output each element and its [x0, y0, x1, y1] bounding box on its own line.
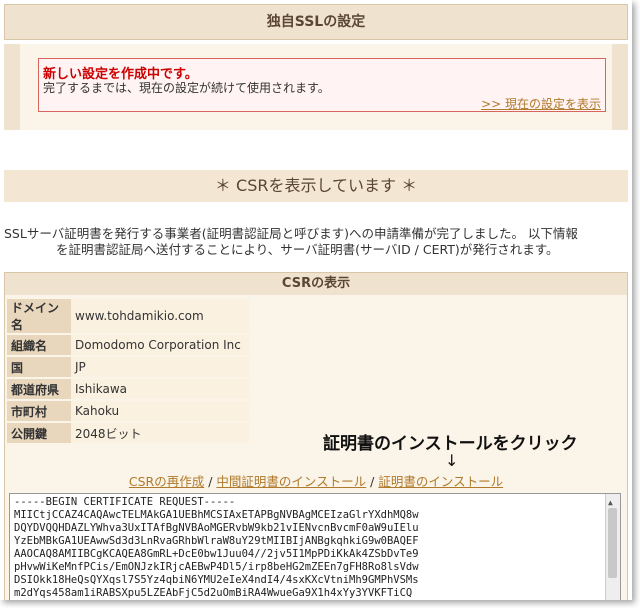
- description-line-2: を証明書認証局へ送付することにより、サーバ証明書(サーバID / CERT)が発…: [56, 242, 559, 257]
- field-label: 国: [7, 357, 71, 377]
- field-value: Ishikawa: [71, 379, 249, 399]
- table-row: 市町村 Kahoku: [7, 401, 249, 421]
- ssl-settings-window: 独自SSLの設定 新しい設定を作成中です。 完了するまでは、現在の設定が続けて使…: [0, 0, 632, 600]
- arrow-down-icon: ↓: [445, 451, 459, 470]
- field-label: 組織名: [7, 335, 71, 355]
- table-row: 都道府県 Ishikawa: [7, 379, 249, 399]
- field-label: 公開鍵: [7, 423, 71, 443]
- csr-text-line: m2dYqs458am1iRABSXpu5LZEAbFjC5d2uOmBiRA4…: [14, 587, 413, 599]
- section-header: ＊ CSRを表示しています ＊: [4, 170, 628, 202]
- csr-body: ドメイン名 www.tohdamikio.com 組織名 Domodomo Co…: [5, 295, 627, 600]
- field-value: www.tohdamikio.com: [71, 299, 249, 333]
- csr-text-line: DSIOkk18HeQsQYXqsl7S5Yz4qbiN6YMU2eIeX4nd…: [14, 574, 419, 586]
- install-intermediate-cert-link[interactable]: 中間証明書のインストール: [216, 474, 366, 489]
- notice-area: 新しい設定を作成中です。 完了するまでは、現在の設定が続けて使用されます。 >>…: [4, 44, 628, 130]
- csr-text-line: AAOCAQ8AMIIBCgKCAQEA8GmRL+DcE0bw1Juu04//…: [14, 548, 419, 560]
- field-value: Kahoku: [71, 401, 249, 421]
- csr-textarea[interactable]: -----BEGIN CERTIFICATE REQUEST----- MIIC…: [9, 493, 621, 600]
- field-label: ドメイン名: [7, 299, 71, 333]
- section-title: CSRを表示しています: [236, 176, 396, 195]
- csr-text-line: YzEbMBkGA1UEAwwSd3d3LnRvaGRhbWlraW8uY29t…: [14, 535, 419, 547]
- field-value: 2048ビット: [71, 423, 249, 443]
- field-label: 都道府県: [7, 379, 71, 399]
- csr-panel: CSRの表示 ドメイン名 www.tohdamikio.com 組織名 Domo…: [4, 272, 628, 600]
- star-icon: ＊: [214, 176, 231, 195]
- action-links: CSRの再作成 / 中間証明書のインストール / 証明書のインストール: [5, 471, 627, 490]
- view-current-settings-link[interactable]: >> 現在の設定を表示: [481, 95, 601, 112]
- description: SSLサーバ証明書を発行する事業者(証明書認証局と呼びます)への申請準備が完了し…: [0, 226, 632, 258]
- link-separator: /: [366, 474, 379, 489]
- install-certificate-link[interactable]: 証明書のインストール: [378, 474, 503, 489]
- star-icon: ＊: [401, 176, 418, 195]
- table-row: ドメイン名 www.tohdamikio.com: [7, 299, 249, 333]
- table-row: 公開鍵 2048ビット: [7, 423, 249, 443]
- field-value: JP: [71, 357, 249, 377]
- csr-text-line: -----BEGIN CERTIFICATE REQUEST-----: [14, 496, 236, 508]
- csr-header: CSRの表示: [5, 273, 627, 296]
- regenerate-csr-link[interactable]: CSRの再作成: [129, 474, 204, 489]
- field-value: Domodomo Corporation Inc: [71, 335, 249, 355]
- csr-text-line: pHvwWiKeMnfPCis/EmONJzkIRjcAEBwP4Dl5/irp…: [14, 561, 419, 573]
- link-separator: /: [204, 474, 217, 489]
- field-label: 市町村: [7, 401, 71, 421]
- csr-info-table: ドメイン名 www.tohdamikio.com 組織名 Domodomo Co…: [7, 297, 249, 445]
- csr-text-line: MIICtjCCAZ4CAQAwcTELMAkGA1UEBhMCSIAxETAP…: [14, 509, 419, 521]
- table-row: 国 JP: [7, 357, 249, 377]
- notice-text: 完了するまでは、現在の設定が続けて使用されます。: [43, 81, 330, 95]
- page-title: 独自SSLの設定: [4, 4, 628, 40]
- scrollbar-thumb[interactable]: [608, 508, 617, 578]
- vertical-scrollbar[interactable]: ▲: [605, 494, 620, 600]
- csr-text-line: DQYDVQQHDAZLYWhva3UxITAfBgNVBAoMGERvbW9k…: [14, 522, 419, 534]
- notice-box: 新しい設定を作成中です。 完了するまでは、現在の設定が続けて使用されます。 >>…: [38, 58, 606, 112]
- description-line-1: SSLサーバ証明書を発行する事業者(証明書認証局と呼びます)への申請準備が完了し…: [4, 226, 578, 241]
- table-row: 組織名 Domodomo Corporation Inc: [7, 335, 249, 355]
